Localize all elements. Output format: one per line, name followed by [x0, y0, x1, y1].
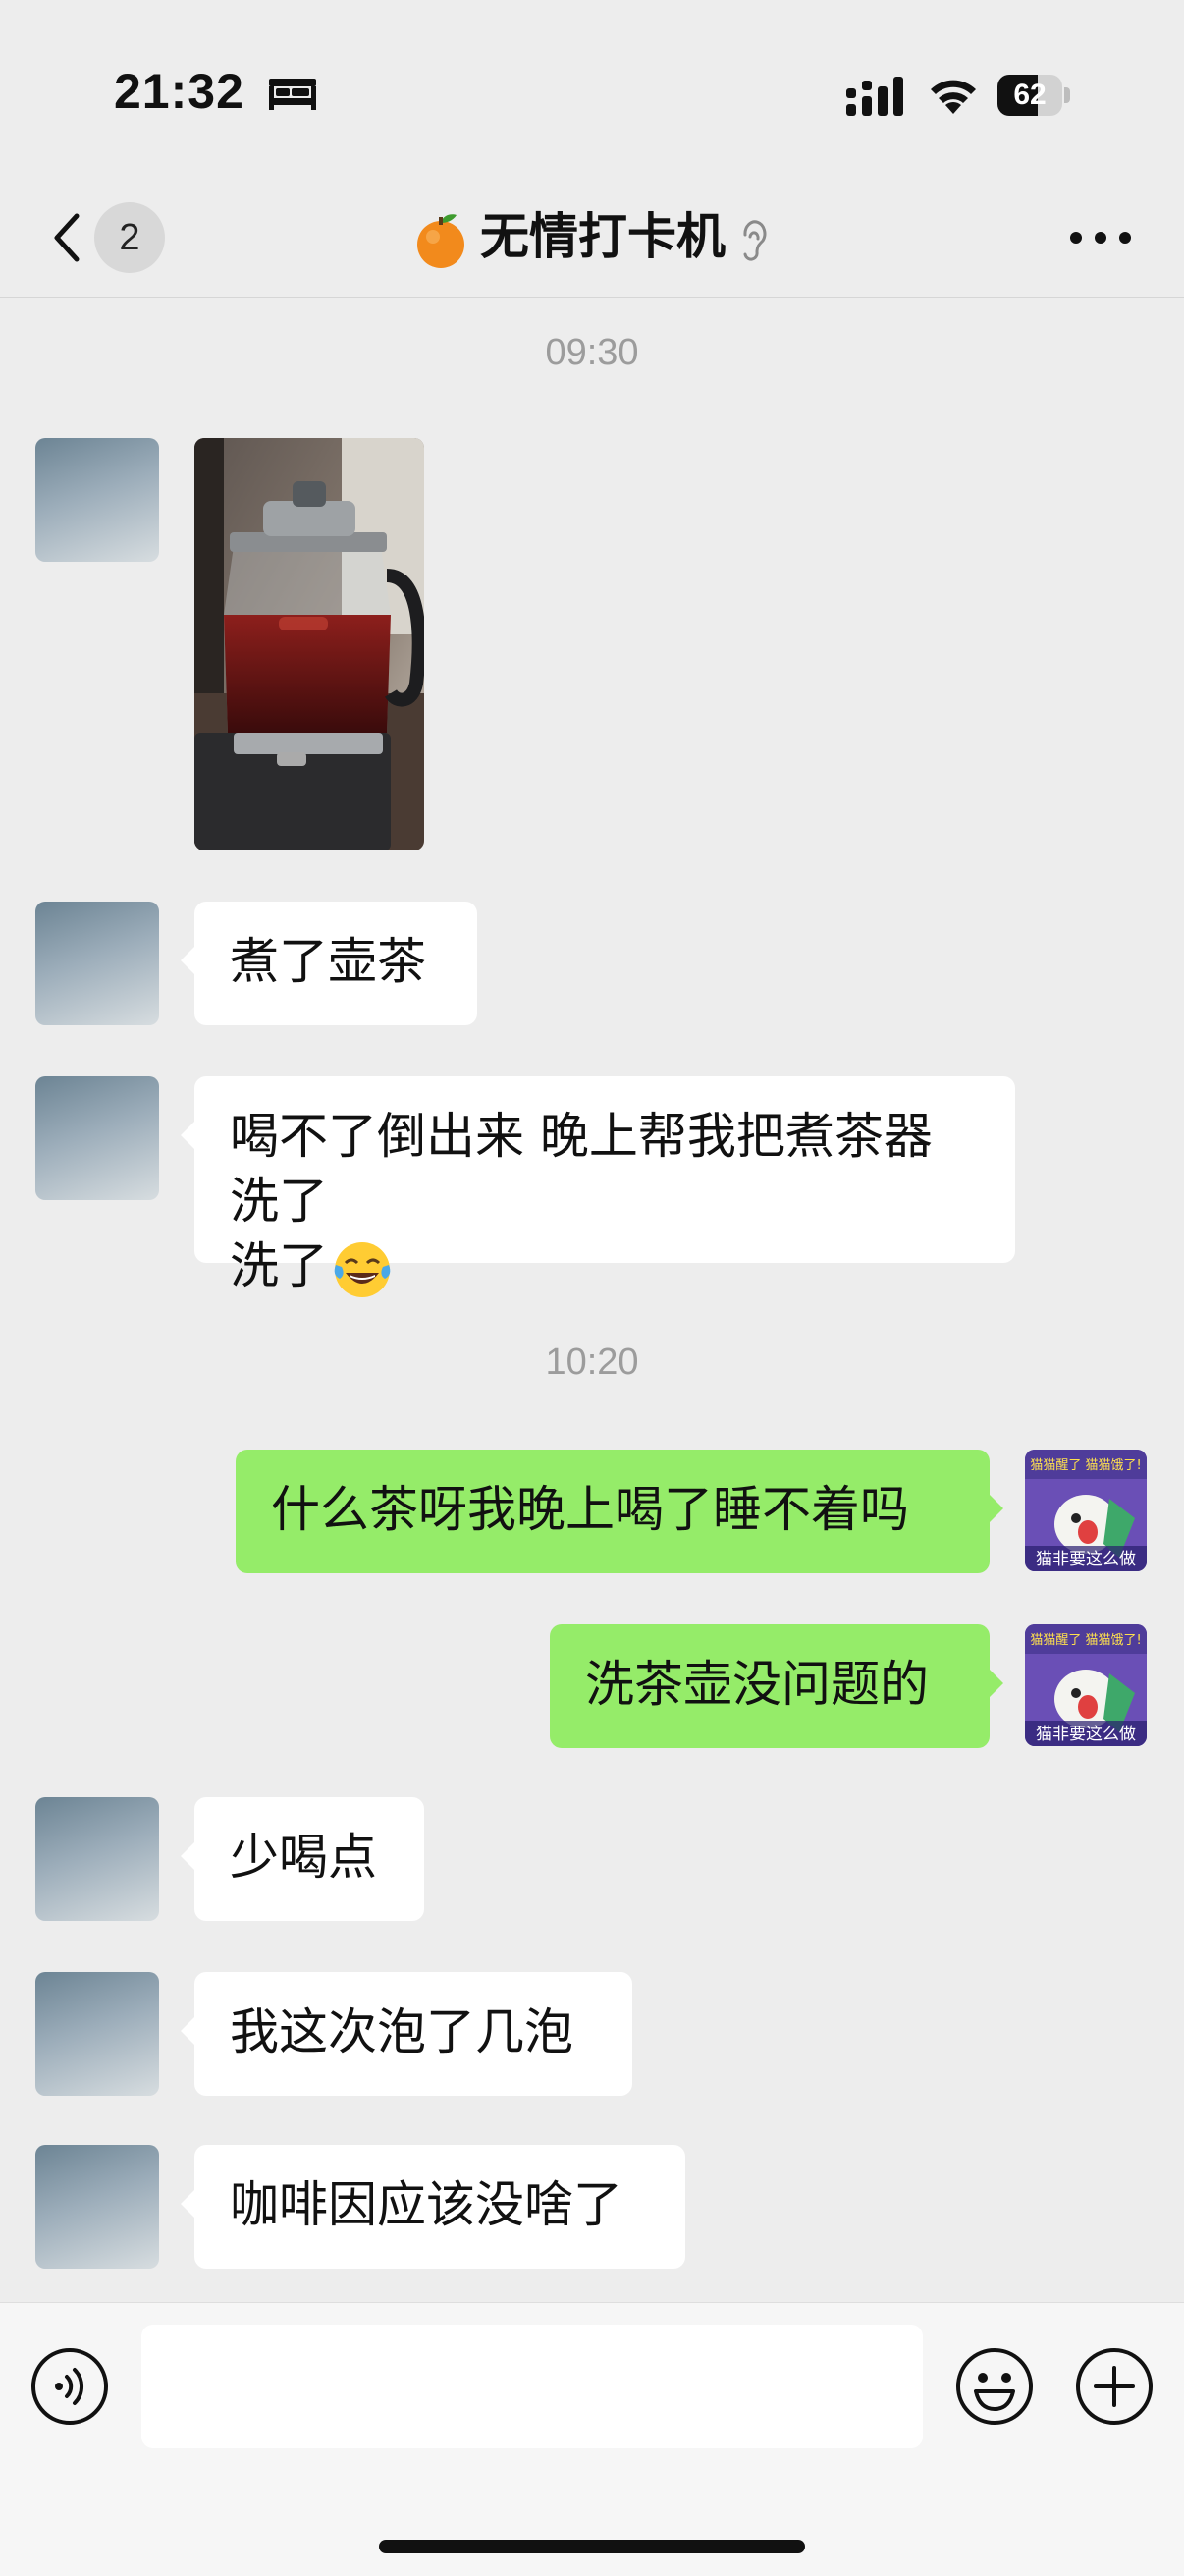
incoming-message[interactable]: 我这次泡了几泡: [181, 1972, 632, 2096]
contact-avatar[interactable]: [35, 1076, 159, 1200]
timestamp: 10:20: [545, 1342, 639, 1383]
contact-avatar[interactable]: [35, 438, 159, 562]
status-bar: 21:32 62: [0, 0, 1184, 177]
emoji-icon[interactable]: [954, 2346, 1035, 2427]
avatar-bottom-text: 猫非要这么做: [1036, 1550, 1136, 1569]
contact-avatar[interactable]: [35, 1797, 159, 1921]
incoming-message[interactable]: 煮了壶茶: [181, 902, 477, 1025]
cat-sticker-avatar-image: 猫猫醒了 猫猫饿了! 猫非要这么做: [1025, 1450, 1147, 1571]
battery-icon: 62: [997, 75, 1072, 116]
message-text: 喝不了倒出来 晚上帮我把煮茶器洗了: [230, 1108, 933, 1230]
contact-avatar[interactable]: [35, 1972, 159, 2096]
incoming-message[interactable]: 少喝点: [181, 1797, 424, 1921]
teapot-photo-message[interactable]: [194, 438, 424, 850]
more-dots-icon[interactable]: [1068, 220, 1133, 255]
wifi-icon: [931, 80, 976, 114]
orange-icon: [417, 213, 464, 268]
cat-sticker-avatar-image: 猫猫醒了 猫猫饿了! 猫非要这么做: [1025, 1624, 1147, 1746]
contact-avatar[interactable]: [35, 902, 159, 1025]
message-text: 洗茶壶没问题的: [585, 1656, 929, 1713]
outgoing-message[interactable]: 什么茶呀我晚上喝了睡不着吗: [236, 1450, 1003, 1573]
status-time: 21:32: [114, 64, 244, 119]
voice-icon[interactable]: [29, 2346, 110, 2427]
cellular-signal-icon: [846, 77, 903, 116]
message-text: 我这次泡了几泡: [230, 2003, 573, 2060]
incoming-message[interactable]: 喝不了倒出来 晚上帮我把煮茶器洗了洗了: [181, 1076, 1015, 1297]
contact-avatar[interactable]: [35, 2145, 159, 2269]
message-text: 少喝点: [230, 1829, 377, 1886]
plus-icon[interactable]: [1074, 2346, 1155, 2427]
timestamp: 09:30: [545, 332, 639, 373]
home-indicator: [379, 2540, 805, 2553]
message-text: 煮了壶茶: [230, 933, 426, 990]
my-avatar[interactable]: 猫猫醒了 猫猫饿了! 猫非要这么做: [1025, 1624, 1147, 1746]
message-input[interactable]: [141, 2325, 923, 2448]
avatar-bottom-text: 猫非要这么做: [1036, 1725, 1136, 1744]
chat-title-text: 无情打卡机: [480, 208, 726, 265]
ear-icon: [743, 219, 767, 261]
incoming-message[interactable]: 咖啡因应该没啥了: [181, 2145, 685, 2269]
outgoing-message[interactable]: 洗茶壶没问题的: [550, 1624, 1003, 1748]
chat-title[interactable]: 无情打卡机: [0, 202, 1184, 271]
message-text: 洗了: [230, 1237, 328, 1294]
message-text: 咖啡因应该没啥了: [230, 2176, 622, 2233]
nav-bar: 2 无情打卡机: [0, 177, 1184, 298]
input-bar: [0, 2302, 1184, 2576]
avatar-top-text: 猫猫醒了 猫猫饿了!: [1030, 1458, 1141, 1473]
bed-icon: [269, 79, 316, 110]
teapot-photo-image: [194, 438, 424, 850]
message-text: 什么茶呀我晚上喝了睡不着吗: [271, 1481, 909, 1538]
my-avatar[interactable]: 猫猫醒了 猫猫饿了! 猫非要这么做: [1025, 1450, 1147, 1571]
tears-of-joy-emoji: [332, 1239, 393, 1300]
avatar-top-text: 猫猫醒了 猫猫饿了!: [1030, 1633, 1141, 1648]
battery-percent: 62: [1013, 79, 1047, 111]
